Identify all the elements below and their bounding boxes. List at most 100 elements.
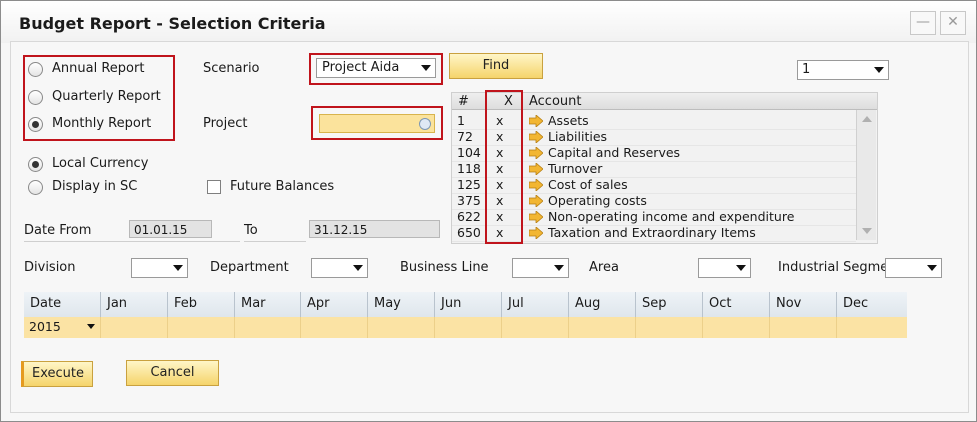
chevron-down-icon bbox=[421, 65, 431, 71]
chevron-down-icon bbox=[927, 265, 937, 271]
chevron-down-icon bbox=[353, 265, 363, 271]
execute-button[interactable]: Execute bbox=[21, 361, 93, 387]
arrow-right-icon bbox=[529, 211, 543, 223]
account-number: 622 bbox=[457, 209, 481, 224]
date-from-divider bbox=[24, 241, 240, 242]
grid-header-month: Feb bbox=[168, 292, 235, 317]
account-name: Operating costs bbox=[548, 193, 647, 208]
date-from-input[interactable]: 01.01.15 bbox=[129, 220, 212, 238]
business-line-label: Business Line bbox=[400, 260, 489, 275]
header-number: # bbox=[458, 94, 469, 109]
account-name: Capital and Reserves bbox=[548, 145, 681, 160]
grid-header-month: May bbox=[368, 292, 435, 317]
account-number: 1 bbox=[457, 113, 465, 128]
division-select[interactable] bbox=[131, 258, 188, 278]
close-button[interactable]: ✕ bbox=[940, 11, 966, 35]
chevron-down-icon bbox=[173, 265, 183, 271]
grid-header-month: Mar bbox=[235, 292, 301, 317]
local-currency-radio[interactable] bbox=[28, 157, 43, 172]
grid-month-cell[interactable] bbox=[636, 317, 703, 338]
grid-month-cell[interactable] bbox=[235, 317, 301, 338]
monthly-report-label: Monthly Report bbox=[52, 116, 152, 131]
industrial-segment-label: Industrial Segme bbox=[778, 260, 889, 275]
scenario-value: Project Aida bbox=[322, 60, 400, 75]
division-label: Division bbox=[24, 260, 76, 275]
area-label: Area bbox=[589, 260, 619, 275]
date-to-divider bbox=[244, 241, 306, 242]
quarterly-report-label: Quarterly Report bbox=[52, 89, 161, 104]
monthly-report-radio[interactable] bbox=[28, 117, 43, 132]
grid-header-month: Nov bbox=[770, 292, 837, 317]
grid-header-month: Aug bbox=[569, 292, 636, 317]
grid-month-cell[interactable] bbox=[837, 317, 907, 338]
project-input[interactable] bbox=[319, 114, 435, 133]
chevron-down-icon bbox=[554, 265, 564, 271]
department-select[interactable] bbox=[311, 258, 368, 278]
minimize-button[interactable]: — bbox=[910, 11, 936, 35]
arrow-right-icon bbox=[529, 179, 543, 191]
account-number: 125 bbox=[457, 177, 481, 192]
grid-month-cell[interactable] bbox=[368, 317, 435, 338]
list-icon[interactable] bbox=[419, 118, 431, 130]
grid-month-cell[interactable] bbox=[569, 317, 636, 338]
account-name: Turnover bbox=[548, 161, 603, 176]
grid-header-month: Dec bbox=[837, 292, 907, 317]
grid-month-cell[interactable] bbox=[301, 317, 368, 338]
page-select-value: 1 bbox=[802, 62, 811, 77]
department-label: Department bbox=[210, 260, 289, 275]
grid-header-month: Jan bbox=[101, 292, 168, 317]
annual-report-radio[interactable] bbox=[28, 62, 43, 77]
grid-date-cell[interactable]: 2015 bbox=[24, 317, 101, 338]
selection-panel: Annual Report Quarterly Report Monthly R… bbox=[10, 41, 969, 413]
date-to-input[interactable]: 31.12.15 bbox=[309, 220, 440, 238]
account-number: 118 bbox=[457, 161, 481, 176]
future-balances-checkbox[interactable] bbox=[207, 180, 221, 194]
grid-header-month: Oct bbox=[703, 292, 770, 317]
title-bar: Budget Report - Selection Criteria — ✕ bbox=[1, 1, 976, 43]
industrial-segment-select[interactable] bbox=[885, 258, 942, 278]
account-table-scrollbar[interactable] bbox=[856, 110, 876, 240]
arrow-right-icon bbox=[529, 147, 543, 159]
quarterly-report-radio[interactable] bbox=[28, 90, 43, 105]
business-line-select[interactable] bbox=[512, 258, 569, 278]
chevron-down-icon bbox=[874, 67, 884, 73]
close-icon: ✕ bbox=[947, 14, 959, 30]
future-balances-label: Future Balances bbox=[230, 179, 335, 194]
grid-month-cell[interactable] bbox=[168, 317, 235, 338]
display-in-sc-radio[interactable] bbox=[28, 180, 43, 195]
x-column-highlight bbox=[485, 90, 523, 244]
account-name: Taxation and Extraordinary Items bbox=[548, 225, 756, 240]
grid-month-cell[interactable] bbox=[502, 317, 569, 338]
header-account: Account bbox=[529, 94, 582, 109]
area-select[interactable] bbox=[698, 258, 751, 278]
monthly-grid: Date Jan Feb Mar Apr May Jun Jul Aug Sep… bbox=[24, 292, 907, 340]
arrow-right-icon bbox=[529, 115, 543, 127]
arrow-right-icon bbox=[529, 227, 543, 239]
display-in-sc-label: Display in SC bbox=[52, 179, 138, 194]
find-button[interactable]: Find bbox=[449, 53, 543, 79]
scroll-down-icon[interactable] bbox=[862, 228, 872, 234]
minimize-icon: — bbox=[916, 14, 930, 30]
account-name: Cost of sales bbox=[548, 177, 628, 192]
scenario-select[interactable]: Project Aida bbox=[316, 58, 436, 78]
account-name: Liabilities bbox=[548, 129, 608, 144]
grid-date-value: 2015 bbox=[29, 319, 61, 334]
grid-month-cell[interactable] bbox=[703, 317, 770, 338]
arrow-right-icon bbox=[529, 163, 543, 175]
page-select[interactable]: 1 bbox=[797, 60, 889, 80]
cancel-button[interactable]: Cancel bbox=[126, 360, 219, 386]
project-label: Project bbox=[203, 116, 248, 131]
account-number: 375 bbox=[457, 193, 481, 208]
grid-month-cell[interactable] bbox=[435, 317, 502, 338]
scroll-up-icon[interactable] bbox=[862, 116, 872, 122]
scenario-label: Scenario bbox=[203, 61, 260, 76]
arrow-right-icon bbox=[529, 195, 543, 207]
grid-header-month: Sep bbox=[636, 292, 703, 317]
grid-month-cell[interactable] bbox=[770, 317, 837, 338]
annual-report-label: Annual Report bbox=[52, 61, 145, 76]
arrow-right-icon bbox=[529, 131, 543, 143]
account-number: 104 bbox=[457, 145, 481, 160]
chevron-down-icon[interactable] bbox=[87, 324, 95, 329]
grid-month-cell[interactable] bbox=[101, 317, 168, 338]
budget-report-window: Budget Report - Selection Criteria — ✕ A… bbox=[0, 0, 977, 422]
